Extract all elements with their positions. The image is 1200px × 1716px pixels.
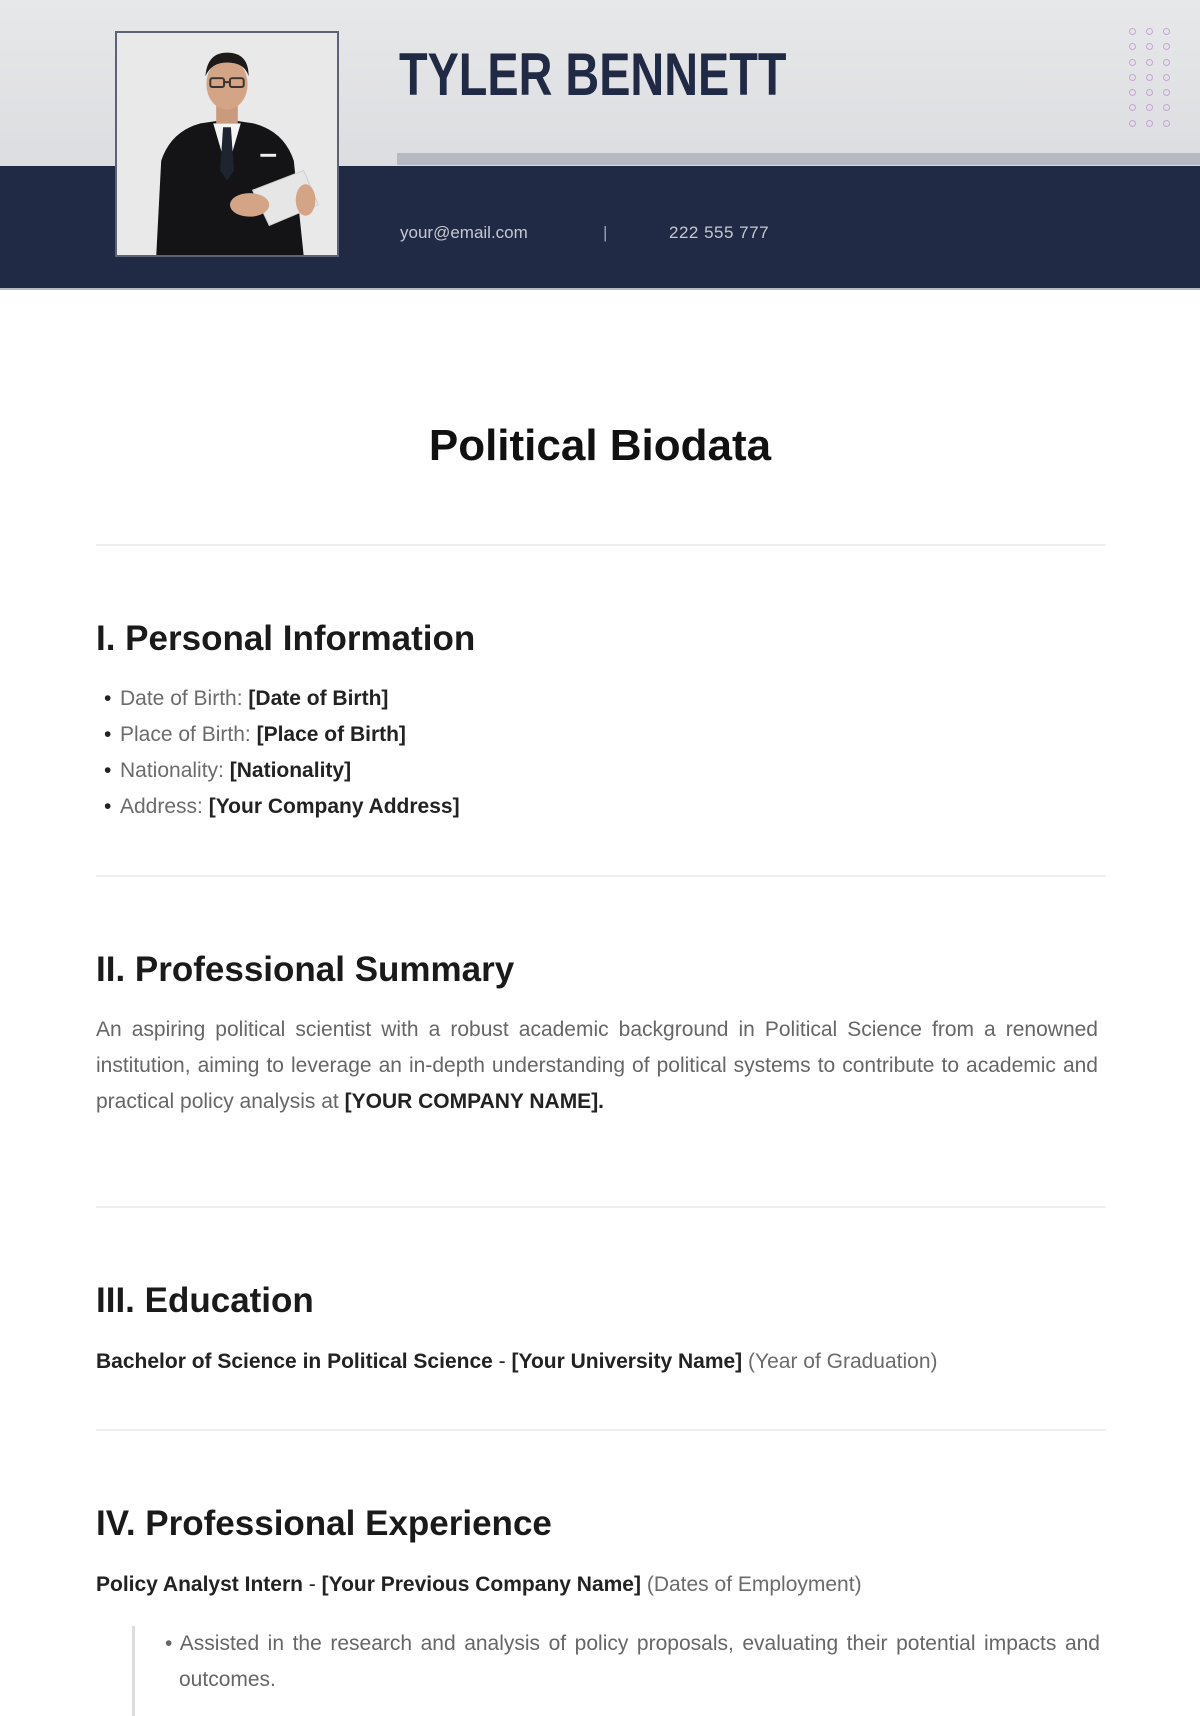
experience-bullet-text: Assisted in the research and analysis of… bbox=[179, 1632, 1100, 1691]
degree-name: Bachelor of Science in Political Science bbox=[96, 1350, 493, 1373]
section-divider bbox=[96, 1206, 1106, 1208]
dot-icon bbox=[1146, 104, 1153, 112]
dot-icon bbox=[1146, 28, 1153, 35]
dot-icon bbox=[1129, 73, 1136, 81]
section-title-professional-summary: II. Professional Summary bbox=[96, 950, 515, 989]
bullet-icon: • bbox=[165, 1632, 173, 1655]
dot-icon bbox=[1129, 119, 1136, 127]
personal-info-item: • Address: [Your Company Address] bbox=[96, 789, 460, 825]
dot-icon bbox=[1163, 73, 1170, 81]
dot-icon bbox=[1163, 43, 1170, 51]
experience-bullet-item: • Assisted in the research and analysis … bbox=[165, 1626, 1100, 1698]
info-value: [Date of Birth] bbox=[248, 687, 389, 710]
decorative-dot-grid-icon bbox=[1129, 28, 1175, 128]
profile-photo bbox=[115, 31, 339, 257]
document-title: Political Biodata bbox=[428, 421, 772, 470]
dot-icon bbox=[1146, 73, 1153, 81]
bullet-icon: • bbox=[104, 795, 112, 818]
dot-icon bbox=[1129, 104, 1136, 112]
dot-icon bbox=[1146, 43, 1153, 51]
dot-icon bbox=[1163, 58, 1170, 66]
education-entry: Bachelor of Science in Political Science… bbox=[96, 1347, 938, 1377]
personal-info-item: • Nationality: [Nationality] bbox=[96, 753, 460, 789]
header-bottom-rule bbox=[0, 288, 1200, 290]
dot-icon bbox=[1146, 89, 1153, 97]
bullet-icon: • bbox=[104, 759, 112, 782]
professional-summary-text: An aspiring political scientist with a r… bbox=[96, 1012, 1098, 1120]
info-value: [Your Company Address] bbox=[208, 795, 460, 818]
dot-icon bbox=[1146, 58, 1153, 66]
section-title-education: III. Education bbox=[96, 1281, 314, 1320]
dot-icon bbox=[1146, 119, 1153, 127]
graduation-year: (Year of Graduation) bbox=[748, 1350, 938, 1373]
info-label: Date of Birth: bbox=[120, 687, 243, 710]
dot-icon bbox=[1163, 28, 1170, 35]
info-label: Place of Birth: bbox=[120, 723, 251, 746]
section-divider bbox=[96, 544, 1106, 546]
info-label: Address: bbox=[120, 795, 203, 818]
section-title-professional-experience: IV. Professional Experience bbox=[96, 1504, 552, 1543]
info-value: [Nationality] bbox=[229, 759, 352, 782]
info-value: [Place of Birth] bbox=[256, 723, 406, 746]
entry-dash: - bbox=[492, 1350, 512, 1373]
personal-info-list: • Date of Birth: [Date of Birth] • Place o… bbox=[96, 681, 460, 825]
entry-dash: - bbox=[302, 1573, 322, 1596]
summary-company-placeholder: [YOUR COMPANY NAME]. bbox=[344, 1090, 605, 1113]
employment-dates: (Dates of Employment) bbox=[646, 1573, 862, 1596]
dot-icon bbox=[1129, 58, 1136, 66]
company-name: [Your Previous Company Name] bbox=[321, 1573, 641, 1596]
dot-icon bbox=[1129, 43, 1136, 51]
section-divider bbox=[96, 875, 1106, 877]
university-name: [Your University Name] bbox=[511, 1350, 743, 1373]
info-label: Nationality: bbox=[120, 759, 224, 782]
person-name: TYLER BENNETT bbox=[399, 41, 787, 108]
phone-number[interactable]: 222 555 777 bbox=[669, 222, 769, 244]
section-title-personal-information: I. Personal Information bbox=[96, 619, 476, 658]
personal-info-item: • Place of Birth: [Place of Birth] bbox=[96, 717, 460, 753]
dot-icon bbox=[1163, 119, 1170, 127]
personal-info-item: • Date of Birth: [Date of Birth] bbox=[96, 681, 460, 717]
contact-separator: | bbox=[603, 223, 608, 242]
resume-header: TYLER BENNETT your@email.com | 222 555 7… bbox=[0, 0, 1200, 290]
job-role: Policy Analyst Intern bbox=[96, 1573, 303, 1596]
section-divider bbox=[96, 1429, 1106, 1431]
experience-details-block: • Assisted in the research and analysis … bbox=[132, 1626, 1102, 1716]
email-link[interactable]: your@email.com bbox=[400, 222, 528, 244]
dot-icon bbox=[1163, 104, 1170, 112]
dot-icon bbox=[1129, 28, 1136, 35]
dot-icon bbox=[1163, 89, 1170, 97]
experience-entry: Policy Analyst Intern - [Your Previous C… bbox=[96, 1570, 862, 1600]
person-photo-icon bbox=[117, 33, 337, 255]
bullet-icon: • bbox=[104, 687, 112, 710]
bullet-icon: • bbox=[104, 723, 112, 746]
header-accent-bar bbox=[397, 153, 1200, 165]
dot-icon bbox=[1129, 89, 1136, 97]
